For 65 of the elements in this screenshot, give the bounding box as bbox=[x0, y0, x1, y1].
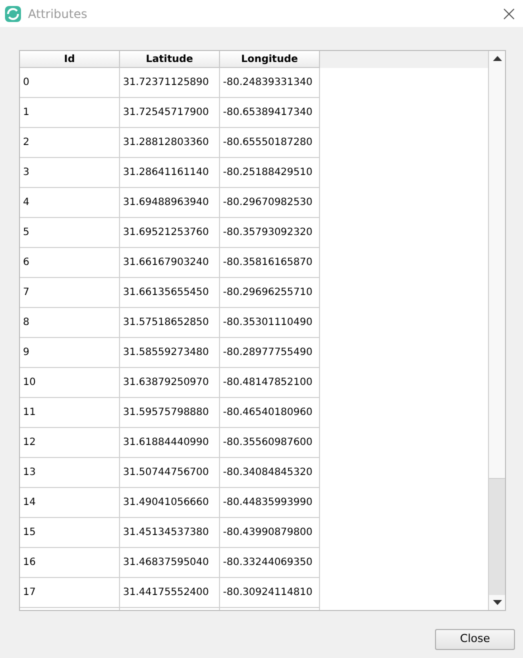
table-cell: 31.45134537380 bbox=[120, 518, 220, 548]
table-cell: 10 bbox=[20, 368, 120, 398]
table-cell: 31.46837595040 bbox=[120, 548, 220, 578]
table-cell: 31.49041056660 bbox=[120, 488, 220, 518]
table-cell: 13 bbox=[20, 458, 120, 488]
table-cell: 31.72371125890 bbox=[120, 68, 220, 98]
table-cell: 7 bbox=[20, 278, 120, 308]
table-cell: 31.69521253760 bbox=[120, 218, 220, 248]
app-logo-icon bbox=[5, 6, 21, 22]
table-cell: 14 bbox=[20, 488, 120, 518]
table-cell: 31.61884440990 bbox=[120, 428, 220, 458]
close-icon[interactable] bbox=[503, 8, 515, 20]
table-cell: 31.63879250970 bbox=[120, 368, 220, 398]
column-header[interactable]: Id bbox=[20, 51, 120, 68]
table-cell: -80.35560987600 bbox=[220, 428, 320, 458]
table-cell: 0 bbox=[20, 68, 120, 98]
table-cell: -80.30924114810 bbox=[220, 578, 320, 608]
table-cell: 17 bbox=[20, 578, 120, 608]
table-cell: 31.58559273480 bbox=[120, 338, 220, 368]
table-cell: -80.29696255710 bbox=[220, 278, 320, 308]
scroll-up-icon[interactable] bbox=[492, 56, 502, 61]
table-cell: 31.44175552400 bbox=[120, 578, 220, 608]
table-cell: -80.29670982530 bbox=[220, 188, 320, 218]
table-cell: 3 bbox=[20, 158, 120, 188]
table-cell: -80.43990879800 bbox=[220, 518, 320, 548]
table-cell: 31.50744756700 bbox=[120, 458, 220, 488]
table-cell: 31.66135655450 bbox=[120, 278, 220, 308]
table-cell: -80.35816165870 bbox=[220, 248, 320, 278]
table-cell: -80.44835993990 bbox=[220, 488, 320, 518]
table-cell: 15 bbox=[20, 518, 120, 548]
table-cell: 4 bbox=[20, 188, 120, 218]
scroll-down-icon[interactable] bbox=[492, 600, 502, 605]
table-cell: 31.66167903240 bbox=[120, 248, 220, 278]
table-cell: -80.24839331340 bbox=[220, 68, 320, 98]
scrollbar[interactable] bbox=[488, 51, 505, 610]
table-cell: 31.28812803360 bbox=[120, 128, 220, 158]
table-cell: 31.72545717900 bbox=[120, 98, 220, 128]
table-cell: -80.46540180960 bbox=[220, 398, 320, 428]
table-cell: 11 bbox=[20, 398, 120, 428]
table-cell: -80.25188429510 bbox=[220, 158, 320, 188]
table-cell: -80.28977755490 bbox=[220, 338, 320, 368]
window-title: Attributes bbox=[28, 6, 88, 22]
table-cell: 6 bbox=[20, 248, 120, 278]
table-cell: -80.65389417340 bbox=[220, 98, 320, 128]
table-cell: -80.65550187280 bbox=[220, 128, 320, 158]
column-header[interactable]: Longitude bbox=[220, 51, 320, 68]
table-cell: 31.59575798880 bbox=[120, 398, 220, 428]
table-cell: 31.57518652850 bbox=[120, 308, 220, 338]
table-cell: -80.35301110490 bbox=[220, 308, 320, 338]
scroll-thumb[interactable] bbox=[489, 478, 505, 595]
table-cell: 8 bbox=[20, 308, 120, 338]
table-cell: -80.34084845320 bbox=[220, 458, 320, 488]
table-cell: 31.69488963940 bbox=[120, 188, 220, 218]
table-cell: -80.48147852100 bbox=[220, 368, 320, 398]
close-button[interactable]: Close bbox=[435, 629, 515, 650]
table-cell: 2 bbox=[20, 128, 120, 158]
table-cell: 9 bbox=[20, 338, 120, 368]
table-cell: 16 bbox=[20, 548, 120, 578]
table-cell: -80.33244069350 bbox=[220, 548, 320, 578]
table-cell: 1 bbox=[20, 98, 120, 128]
column-header[interactable]: Latitude bbox=[120, 51, 220, 68]
table-cell: 5 bbox=[20, 218, 120, 248]
table-cell: 31.28641161140 bbox=[120, 158, 220, 188]
table-cell: -80.35793092320 bbox=[220, 218, 320, 248]
table-cell: 12 bbox=[20, 428, 120, 458]
